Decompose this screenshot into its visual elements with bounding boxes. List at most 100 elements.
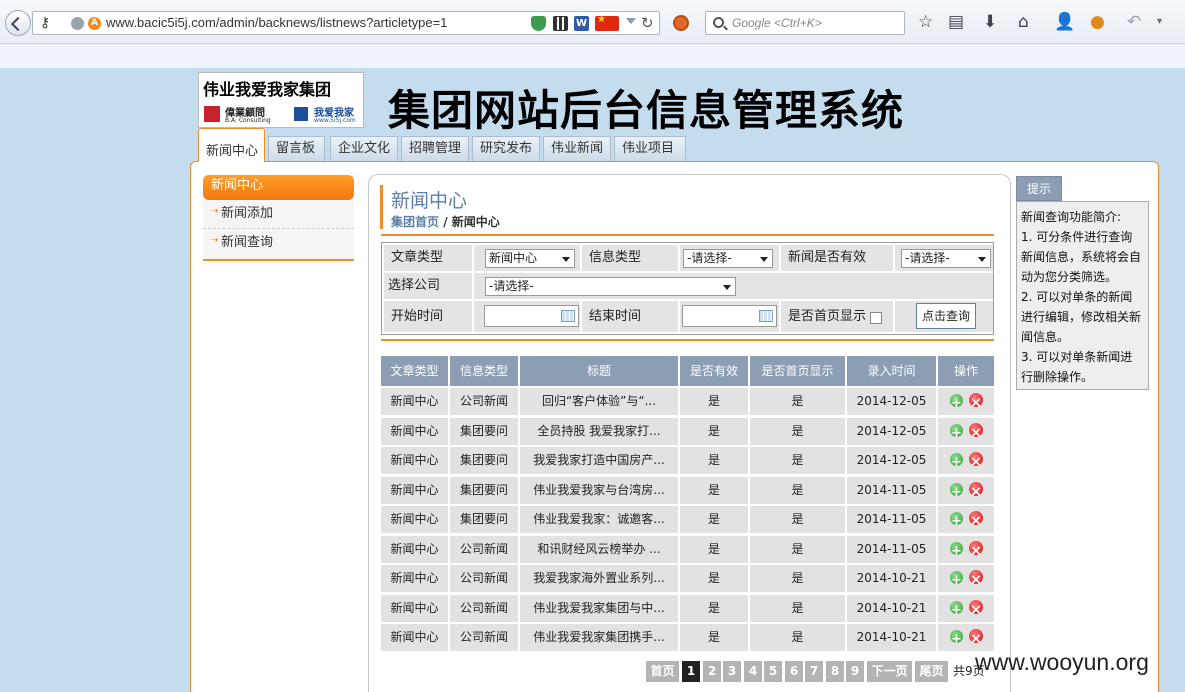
page-next-button[interactable]: 下一页 bbox=[867, 661, 912, 682]
delete-icon[interactable] bbox=[969, 508, 983, 533]
tips-tab[interactable]: 提示 bbox=[1016, 176, 1062, 201]
edit-add-icon[interactable] bbox=[950, 390, 963, 415]
url-bar[interactable]: ⚷ A www.bacic5i5j.com/admin/backnews/lis… bbox=[32, 11, 660, 35]
search-box[interactable]: Google <Ctrl+K> bbox=[705, 11, 905, 35]
news-title-cell[interactable]: 我爱我家打造中国房产... bbox=[520, 447, 680, 474]
page-button[interactable]: 7 bbox=[805, 661, 823, 682]
undo-icon[interactable]: ↶ bbox=[1127, 12, 1141, 32]
delete-icon[interactable] bbox=[969, 567, 983, 592]
page-first-button[interactable]: 首页 bbox=[646, 661, 679, 682]
table-cell: 2014-11-05 bbox=[847, 535, 938, 563]
news-title-cell[interactable]: 和讯财经风云榜举办 ... bbox=[520, 535, 680, 563]
qr-code-icon[interactable] bbox=[553, 16, 568, 31]
tab-recruitment[interactable]: 招聘管理 bbox=[401, 136, 469, 161]
homepage-checkbox[interactable] bbox=[870, 312, 882, 324]
company-select[interactable]: -请选择- bbox=[485, 277, 736, 296]
edit-add-icon[interactable] bbox=[950, 626, 963, 651]
delete-icon[interactable] bbox=[969, 597, 983, 622]
addon-icon[interactable]: ● bbox=[1090, 12, 1105, 32]
url-dropdown-icon[interactable] bbox=[626, 18, 636, 24]
delete-icon[interactable] bbox=[969, 538, 983, 563]
breadcrumb-home-link[interactable]: 集团首页 bbox=[391, 215, 439, 229]
table-cell: 新闻中心 bbox=[381, 506, 450, 533]
tab-weiye-projects[interactable]: 伟业项目 bbox=[614, 136, 686, 161]
breadcrumb: 集团首页 / 新闻中心 bbox=[391, 213, 500, 230]
back-button[interactable] bbox=[5, 10, 31, 36]
article-type-select[interactable]: 新闻中心 bbox=[485, 249, 575, 268]
end-time-input[interactable] bbox=[682, 305, 777, 327]
word-icon[interactable]: W bbox=[574, 16, 589, 31]
info-type-select[interactable]: -请选择- bbox=[683, 249, 773, 268]
page-last-button[interactable]: 尾页 bbox=[915, 661, 948, 682]
china-flag-icon[interactable] bbox=[595, 14, 619, 31]
page-button[interactable]: 6 bbox=[785, 661, 803, 682]
page-button[interactable]: 9 bbox=[846, 661, 864, 682]
delete-icon[interactable] bbox=[969, 390, 983, 415]
table-cell: 是 bbox=[750, 624, 847, 651]
delete-icon[interactable] bbox=[969, 420, 983, 445]
left-menu-header[interactable]: 新闻中心 bbox=[203, 175, 354, 200]
delete-icon[interactable] bbox=[969, 626, 983, 651]
tab-research[interactable]: 研究发布 bbox=[472, 136, 540, 161]
calendar-icon[interactable] bbox=[759, 310, 773, 322]
panel-accent-bar bbox=[380, 185, 383, 229]
home-icon[interactable]: ⌂ bbox=[1018, 12, 1029, 32]
chevron-down-icon bbox=[723, 285, 731, 290]
news-title-cell[interactable]: 全员持股 我爱我家打... bbox=[520, 417, 680, 445]
no-script-icon[interactable] bbox=[673, 15, 689, 31]
edit-add-icon[interactable] bbox=[950, 597, 963, 622]
actions-cell bbox=[938, 565, 994, 592]
shield-icon[interactable] bbox=[531, 16, 546, 31]
key-icon[interactable]: ⚷ bbox=[40, 15, 50, 31]
page-button[interactable]: 4 bbox=[744, 661, 762, 682]
download-icon[interactable]: ⬇ bbox=[983, 12, 997, 32]
query-button[interactable]: 点击查询 bbox=[916, 303, 976, 329]
edit-add-icon[interactable] bbox=[950, 567, 963, 592]
news-title-cell[interactable]: 我爱我家海外置业系列... bbox=[520, 565, 680, 592]
table-cell: 是 bbox=[680, 447, 750, 474]
news-title-cell[interactable]: 伟业我爱我家集团与中... bbox=[520, 594, 680, 622]
table-header: 文章类型 信息类型 标题 是否有效 是否首页显示 录入时间 操作 bbox=[381, 356, 994, 386]
news-title-cell[interactable]: 回归“客户体验”与“... bbox=[520, 388, 680, 415]
edit-add-icon[interactable] bbox=[950, 449, 963, 474]
calendar-icon[interactable] bbox=[561, 310, 575, 322]
menu-dropdown-icon[interactable]: ▾ bbox=[1157, 12, 1162, 32]
delete-icon[interactable] bbox=[969, 449, 983, 474]
table-cell: 2014-10-21 bbox=[847, 594, 938, 622]
tab-weiye-news[interactable]: 伟业新闻 bbox=[543, 136, 611, 161]
article-type-select-value: 新闻中心 bbox=[489, 251, 538, 265]
edit-add-icon[interactable] bbox=[950, 508, 963, 533]
menu-item-add-news[interactable]: ➝ 新闻添加 bbox=[203, 201, 354, 229]
edit-add-icon[interactable] bbox=[950, 420, 963, 445]
news-title-cell[interactable]: 伟业我爱我家集团携手... bbox=[520, 624, 680, 651]
page-button[interactable]: 5 bbox=[764, 661, 782, 682]
news-title-cell[interactable]: 伟业我爱我家：诚邀客... bbox=[520, 506, 680, 533]
menu-item-query-news[interactable]: ➝ 新闻查询 bbox=[203, 230, 354, 258]
filter-divider bbox=[381, 339, 994, 341]
delete-icon[interactable] bbox=[969, 479, 983, 504]
tips-line: 2. 可以对单条的新闻进行编辑，修改相关新闻信息。 bbox=[1021, 290, 1142, 344]
column-header: 文章类型 bbox=[381, 356, 450, 386]
edit-add-icon[interactable] bbox=[950, 479, 963, 504]
tab-news-center[interactable]: 新闻中心 bbox=[198, 128, 265, 162]
page-button-current[interactable]: 1 bbox=[682, 661, 700, 682]
news-title-cell[interactable]: 伟业我爱我家与台湾房... bbox=[520, 476, 680, 504]
edit-add-icon[interactable] bbox=[950, 538, 963, 563]
reload-icon[interactable]: ↻ bbox=[641, 14, 654, 32]
valid-select[interactable]: -请选择- bbox=[901, 249, 991, 268]
user-icon[interactable]: 👤 bbox=[1054, 12, 1075, 32]
page-button[interactable]: 3 bbox=[723, 661, 741, 682]
page-button[interactable]: 8 bbox=[826, 661, 844, 682]
table-cell: 是 bbox=[680, 565, 750, 592]
url-text[interactable]: www.bacic5i5j.com/admin/backnews/listnew… bbox=[106, 15, 447, 30]
tab-message-board[interactable]: 留言板 bbox=[268, 136, 325, 161]
bookmark-star-icon[interactable]: ☆ bbox=[918, 12, 933, 32]
page-button[interactable]: 2 bbox=[703, 661, 721, 682]
table-cell: 公司新闻 bbox=[450, 594, 520, 622]
actions-cell bbox=[938, 595, 994, 622]
start-time-input[interactable] bbox=[484, 305, 579, 327]
tab-corporate-culture[interactable]: 企业文化 bbox=[330, 136, 398, 161]
table-row: 新闻中心 集团要问 伟业我爱我家与台湾房... 是是 2014-11-05 bbox=[381, 476, 994, 504]
reading-list-icon[interactable]: ▤ bbox=[948, 12, 964, 32]
table-cell: 是 bbox=[750, 506, 847, 533]
